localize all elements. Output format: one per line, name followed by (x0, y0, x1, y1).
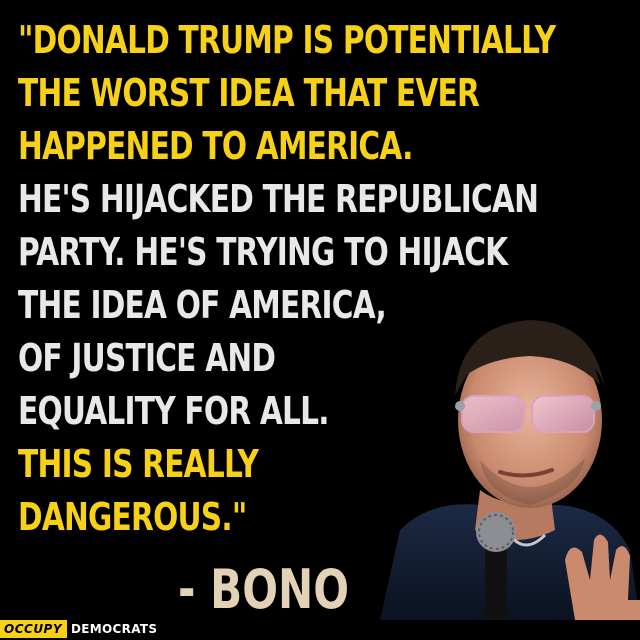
brand-logo: OCCUPY DEMOCRATS (0, 618, 157, 640)
brand-occupy: OCCUPY (0, 620, 68, 638)
attribution: - BONO (178, 558, 350, 621)
poster: "DONALD TRUMP IS POTENTIALLY THE WORST I… (0, 0, 640, 640)
quote-line-5: PARTY. HE'S TRYING TO HIJACK (18, 230, 508, 274)
quote-line-3: HAPPENED TO AMERICA. (18, 124, 413, 168)
quote-line-1: "DONALD TRUMP IS POTENTIALLY (18, 18, 556, 62)
quote-line-4: HE'S HIJACKED THE REPUBLICAN (18, 177, 539, 221)
brand-democrats: DEMOCRATS (71, 622, 158, 636)
speaker-photo (380, 320, 640, 620)
quote-line-2: THE WORST IDEA THAT EVER (18, 71, 480, 115)
